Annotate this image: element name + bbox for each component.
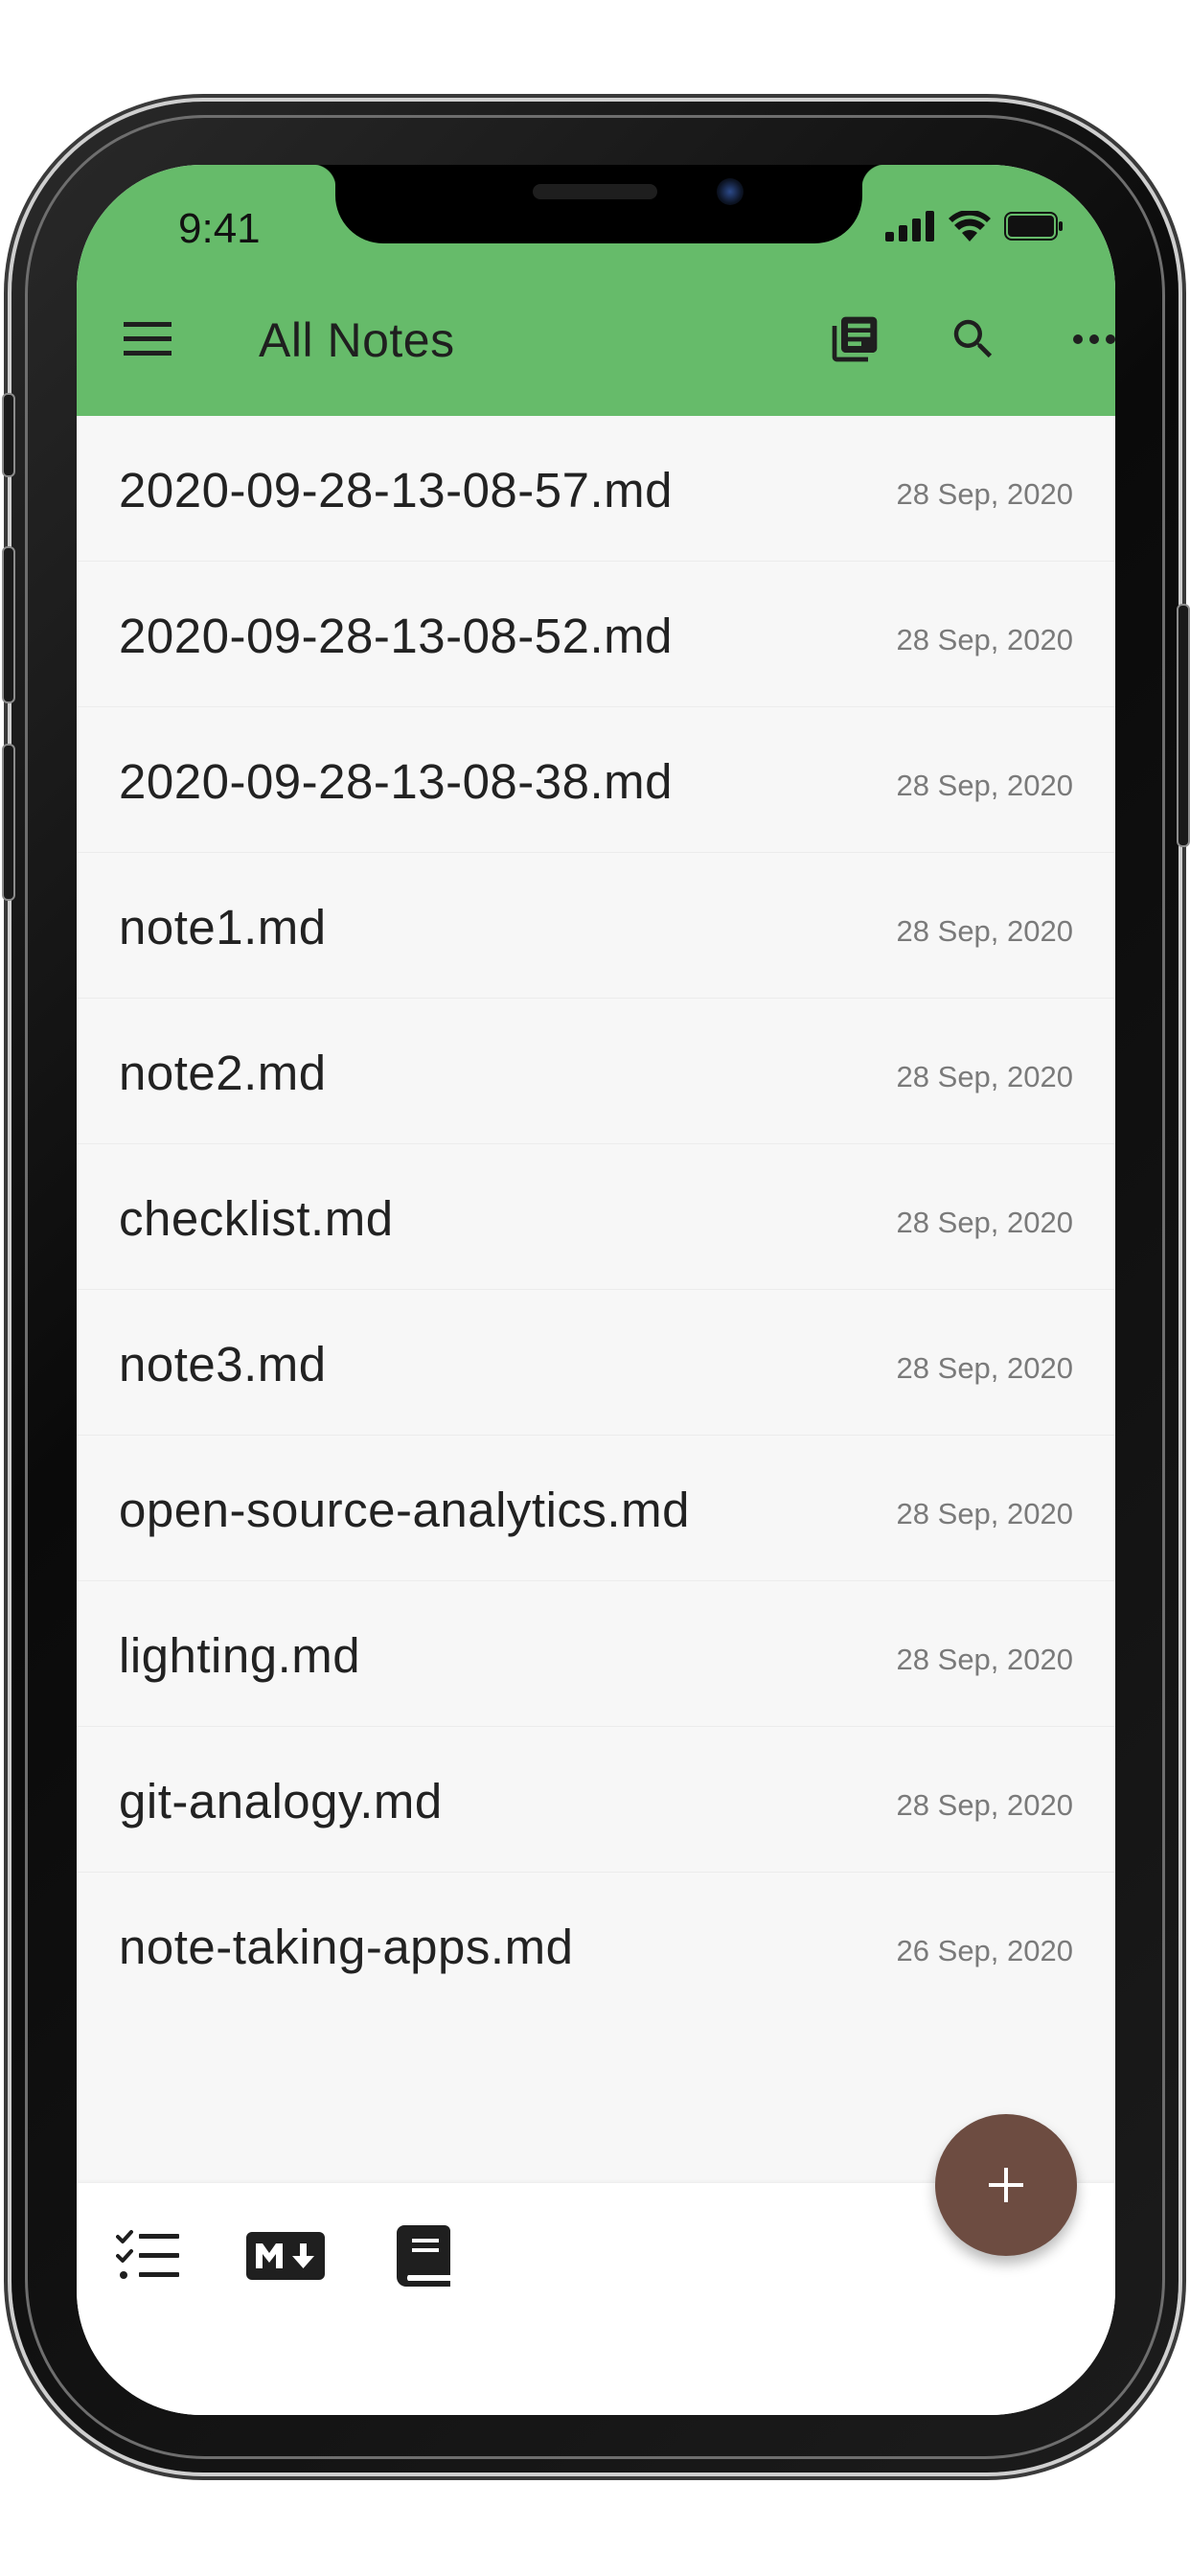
add-note-button[interactable]: + bbox=[935, 2114, 1077, 2256]
front-camera bbox=[717, 178, 744, 205]
note-date: 26 Sep, 2020 bbox=[896, 1934, 1073, 1967]
folder-view-button[interactable] bbox=[814, 301, 895, 381]
note-title: 2020-09-28-13-08-38.md bbox=[119, 754, 674, 809]
page: 9:41 All Notes 2020-09-28-13-08-57.md 28… bbox=[0, 0, 1190, 2576]
list-item[interactable]: note1.md 28 Sep, 2020 bbox=[77, 853, 1115, 999]
note-title: checklist.md bbox=[119, 1191, 394, 1246]
note-date: 28 Sep, 2020 bbox=[896, 769, 1073, 802]
speaker bbox=[533, 184, 657, 199]
note-date: 28 Sep, 2020 bbox=[896, 623, 1073, 656]
notch bbox=[312, 165, 885, 243]
note-date: 28 Sep, 2020 bbox=[896, 1497, 1073, 1530]
list-item[interactable]: 2020-09-28-13-08-52.md 28 Sep, 2020 bbox=[77, 562, 1115, 707]
note-title: open-source-analytics.md bbox=[119, 1483, 690, 1537]
markdown-icon bbox=[246, 2231, 325, 2285]
list-item[interactable]: checklist.md 28 Sep, 2020 bbox=[77, 1144, 1115, 1290]
more-options-button[interactable] bbox=[1054, 301, 1115, 381]
note-title: note-taking-apps.md bbox=[119, 1920, 574, 1974]
markdown-view-button[interactable] bbox=[246, 2220, 325, 2296]
note-title: 2020-09-28-13-08-52.md bbox=[119, 609, 674, 663]
note-date: 28 Sep, 2020 bbox=[896, 1643, 1073, 1676]
note-date: 28 Sep, 2020 bbox=[896, 477, 1073, 511]
list-item[interactable]: lighting.md 28 Sep, 2020 bbox=[77, 1581, 1115, 1727]
note-date: 28 Sep, 2020 bbox=[896, 1060, 1073, 1093]
page-title: All Notes bbox=[259, 313, 455, 367]
journal-view-button[interactable] bbox=[385, 2220, 462, 2296]
cellular-signal-icon bbox=[885, 211, 935, 246]
checklist-view-button[interactable] bbox=[109, 2220, 186, 2296]
volume-down-button bbox=[2, 744, 15, 901]
status-time: 9:41 bbox=[178, 205, 261, 252]
list-item[interactable]: open-source-analytics.md 28 Sep, 2020 bbox=[77, 1436, 1115, 1581]
power-button bbox=[1177, 604, 1190, 847]
volume-up-button bbox=[2, 546, 15, 703]
list-item[interactable]: 2020-09-28-13-08-38.md 28 Sep, 2020 bbox=[77, 707, 1115, 853]
note-title: note3.md bbox=[119, 1337, 327, 1392]
battery-icon bbox=[1004, 212, 1064, 245]
list-item[interactable]: note-taking-apps.md 26 Sep, 2020 bbox=[77, 1873, 1115, 2017]
note-date: 28 Sep, 2020 bbox=[896, 914, 1073, 948]
list-item[interactable]: note2.md 28 Sep, 2020 bbox=[77, 999, 1115, 1144]
silent-switch bbox=[2, 393, 15, 477]
more-horiz-icon bbox=[1071, 333, 1115, 351]
search-icon bbox=[948, 313, 999, 370]
status-icons bbox=[885, 209, 1064, 246]
toolbar: All Notes bbox=[77, 301, 1115, 381]
list-item[interactable]: git-analogy.md 28 Sep, 2020 bbox=[77, 1727, 1115, 1873]
wifi-icon bbox=[949, 209, 991, 246]
menu-button[interactable] bbox=[107, 301, 188, 381]
journal-icon bbox=[397, 2224, 450, 2291]
screen: 9:41 All Notes 2020-09-28-13-08-57.md 28… bbox=[77, 165, 1115, 2415]
note-date: 28 Sep, 2020 bbox=[896, 1351, 1073, 1385]
app-bar: 9:41 All Notes bbox=[77, 165, 1115, 416]
note-title: note2.md bbox=[119, 1046, 327, 1100]
note-date: 28 Sep, 2020 bbox=[896, 1788, 1073, 1822]
add-icon bbox=[989, 2168, 1023, 2202]
notes-list: 2020-09-28-13-08-57.md 28 Sep, 2020 2020… bbox=[77, 416, 1115, 2017]
note-title: 2020-09-28-13-08-57.md bbox=[119, 463, 674, 518]
library-books-icon bbox=[828, 312, 881, 371]
checklist-icon bbox=[116, 2229, 179, 2288]
note-title: git-analogy.md bbox=[119, 1774, 443, 1828]
note-title: note1.md bbox=[119, 900, 327, 954]
note-date: 28 Sep, 2020 bbox=[896, 1206, 1073, 1239]
list-item[interactable]: 2020-09-28-13-08-57.md 28 Sep, 2020 bbox=[77, 416, 1115, 562]
list-item[interactable]: note3.md 28 Sep, 2020 bbox=[77, 1290, 1115, 1436]
menu-icon bbox=[124, 321, 172, 361]
note-title: lighting.md bbox=[119, 1628, 361, 1683]
search-button[interactable] bbox=[933, 301, 1014, 381]
